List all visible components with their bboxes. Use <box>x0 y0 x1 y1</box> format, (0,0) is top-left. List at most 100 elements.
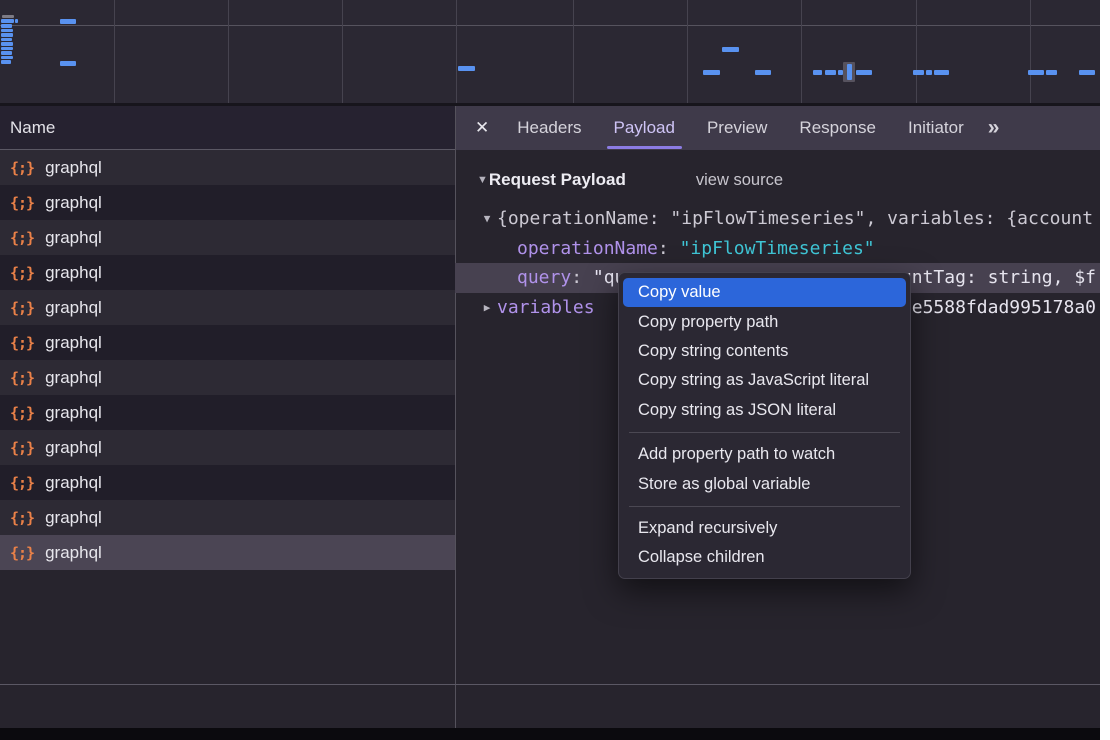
request-timing-bar <box>926 70 932 75</box>
menu-item-collapse-children[interactable]: Collapse children <box>623 543 906 572</box>
json-braces-icon: {;} <box>10 264 34 282</box>
tab-label: Preview <box>707 118 767 138</box>
menu-item-copy-string-as-json-literal[interactable]: Copy string as JSON literal <box>623 396 906 425</box>
menu-item-copy-value[interactable]: Copy value <box>623 278 906 307</box>
request-timing-bar <box>825 70 836 75</box>
context-menu: Copy valueCopy property pathCopy string … <box>618 272 911 579</box>
request-timing-bar <box>1 47 13 51</box>
menu-item-copy-property-path[interactable]: Copy property path <box>623 307 906 336</box>
request-name: graphql <box>45 543 102 563</box>
request-timing-bar <box>1 29 13 33</box>
json-braces-icon: {;} <box>10 474 34 492</box>
tree-row-root-preview[interactable]: ▼ {operationName: "ipFlowTimeseries", va… <box>455 204 1100 234</box>
menu-separator <box>629 506 900 507</box>
root-preview-text: {operationName: "ipFlowTimeseries", vari… <box>497 208 1093 229</box>
tab-initiator[interactable]: Initiator <box>892 106 980 150</box>
request-timing-bar <box>1079 70 1095 75</box>
request-row[interactable]: {;} graphql <box>0 465 455 500</box>
request-name: graphql <box>45 403 102 423</box>
request-list: {;} graphql {;} graphql {;} graphql {;} graphql… <box>0 150 455 570</box>
query-value-tail: untTag: string, $f <box>901 263 1096 293</box>
request-timing-bar <box>15 19 18 23</box>
tree-row-operation-name[interactable]: operationName: "ipFlowTimeseries" <box>455 234 1100 264</box>
json-braces-icon: {;} <box>10 159 34 177</box>
payload-section-row[interactable]: ▼ Request Payload view source <box>455 166 783 194</box>
json-braces-icon: {;} <box>10 229 34 247</box>
request-timing-bar <box>847 64 852 80</box>
close-icon: ✕ <box>475 118 489 137</box>
menu-item-copy-string-as-javascript-literal[interactable]: Copy string as JavaScript literal <box>623 366 906 395</box>
property-key: query <box>517 267 571 288</box>
request-timing-bar <box>1 24 12 28</box>
timeline-gridline <box>114 0 115 103</box>
request-timing-bar <box>458 66 475 71</box>
request-name: graphql <box>45 368 102 388</box>
request-timing-bar <box>703 70 720 75</box>
json-braces-icon: {;} <box>10 439 34 457</box>
request-timing-bar <box>1 38 12 42</box>
request-name: graphql <box>45 473 102 493</box>
timeline-gridline <box>456 0 457 103</box>
json-braces-icon: {;} <box>10 194 34 212</box>
timeline-gridline <box>1030 0 1031 103</box>
timeline-lane-divider <box>0 25 1100 26</box>
chevron-double-right-icon: » <box>988 116 997 139</box>
collapse-triangle-icon[interactable]: ▶ <box>477 301 497 314</box>
detail-tabs: HeadersPayload Preview Response Initiator <box>501 106 979 150</box>
request-row[interactable]: {;} graphql <box>0 150 455 185</box>
menu-item-add-property-path-to-watch[interactable]: Add property path to watch <box>623 440 906 469</box>
more-tabs-button[interactable]: » <box>988 116 1003 140</box>
request-name: graphql <box>45 508 102 528</box>
close-panel-button[interactable]: ✕ <box>475 118 489 138</box>
expand-triangle-icon[interactable]: ▼ <box>477 212 497 225</box>
request-row[interactable]: {;} graphql <box>0 255 455 290</box>
json-braces-icon: {;} <box>10 509 34 527</box>
request-timing-bar <box>1 33 13 37</box>
request-name: graphql <box>45 228 102 248</box>
name-column-header[interactable]: Name <box>0 106 455 150</box>
view-source-link[interactable]: view source <box>696 171 783 190</box>
request-row[interactable]: {;}graphql <box>0 290 455 325</box>
property-key: variables <box>497 297 595 318</box>
payload-section-title: Request Payload <box>489 170 626 190</box>
request-name: graphql <box>45 263 102 283</box>
menu-item-copy-string-contents[interactable]: Copy string contents <box>623 337 906 366</box>
section-expanded-triangle-icon[interactable]: ▼ <box>477 174 488 186</box>
request-timing-bar <box>934 70 949 75</box>
json-braces-icon: {;} <box>10 404 34 422</box>
json-braces-icon: {;} <box>10 299 34 317</box>
tab-payload[interactable]: Payload <box>598 106 691 150</box>
request-name: graphql <box>45 438 102 458</box>
request-timing-bar <box>1 42 13 46</box>
request-row[interactable]: {;} graphql <box>0 395 455 430</box>
request-row[interactable]: {;}graphql <box>0 325 455 360</box>
request-timing-bar <box>1 60 11 64</box>
request-timing-bar <box>856 70 872 75</box>
tab-preview[interactable]: Preview <box>691 106 783 150</box>
request-timing-bar <box>1 51 12 55</box>
request-row[interactable]: {;} graphql <box>0 430 455 465</box>
request-timing-bar <box>1028 70 1044 75</box>
request-timing-bar <box>1 56 13 60</box>
json-braces-icon: {;} <box>10 369 34 387</box>
menu-item-expand-recursively[interactable]: Expand recursively <box>623 514 906 543</box>
request-row[interactable]: {;}graphql <box>0 185 455 220</box>
tab-headers[interactable]: Headers <box>501 106 597 150</box>
request-timing-bar <box>1 19 14 23</box>
variables-value-tail: ee5588fdad995178a0 <box>901 293 1096 323</box>
request-timing-bar <box>722 47 739 52</box>
json-braces-icon: {;} <box>10 334 34 352</box>
network-overview-timeline[interactable] <box>0 0 1100 106</box>
tab-response[interactable]: Response <box>783 106 892 150</box>
request-row[interactable]: {;} graphql <box>0 500 455 535</box>
key-value-separator: : <box>571 267 593 288</box>
tab-label: Response <box>799 118 876 138</box>
devtools-network-panel: Name ✕ HeadersPayload Preview Response Init… <box>0 0 1100 740</box>
request-row[interactable]: {;} graphql <box>0 535 455 570</box>
request-name: graphql <box>45 158 102 178</box>
menu-item-store-as-global-variable[interactable]: Store as global variable <box>623 469 906 498</box>
json-braces-icon: {;} <box>10 544 34 562</box>
request-timing-bar <box>813 70 822 75</box>
request-row[interactable]: {;} graphql <box>0 220 455 255</box>
request-row[interactable]: {;} graphql <box>0 360 455 395</box>
